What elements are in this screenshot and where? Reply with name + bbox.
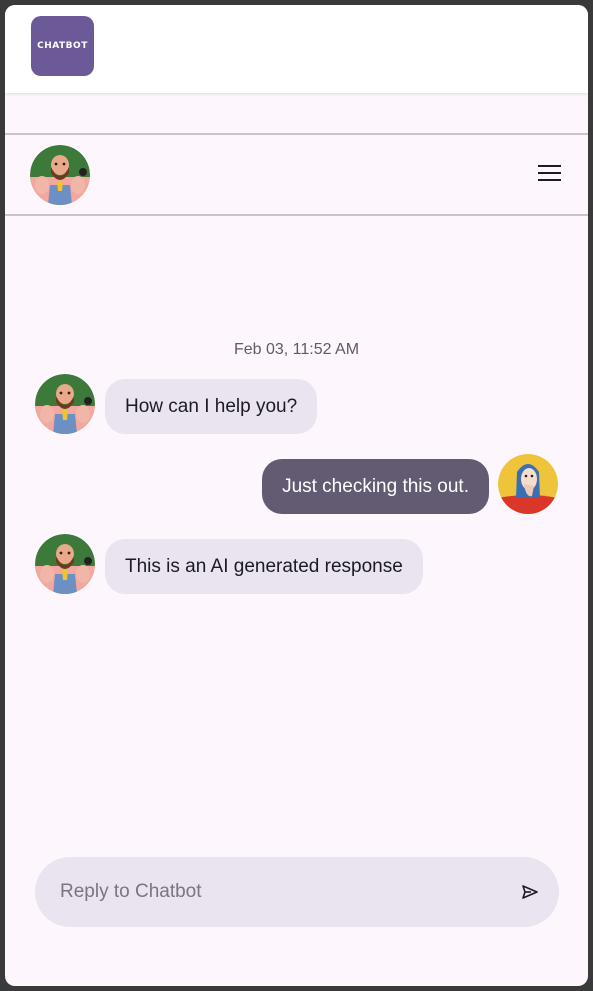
user-avatar-icon [498,454,558,514]
user-message-bubble: Just checking this out. [262,459,489,514]
message-timestamp: Feb 03, 11:52 AM [233,341,360,358]
bot-message-bubble: This is an AI generated response [105,539,423,594]
chat-header [5,133,588,216]
menu-line [538,179,561,181]
bot-message-bubble: How can I help you? [105,379,318,434]
bot-avatar-icon [35,374,95,434]
chatbot-logo[interactable]: CHATBOT [31,16,94,76]
bot-avatar-icon [35,534,95,594]
send-icon[interactable] [521,883,539,901]
hamburger-menu-icon[interactable] [538,165,562,185]
bot-avatar-icon [30,145,90,205]
app-top-bar: CHATBOT [5,5,588,93]
menu-line [538,172,561,174]
reply-input[interactable] [60,857,500,927]
menu-line [538,165,561,167]
chat-window: CHATBOT Feb 03, 11:52 AM How can I help … [5,5,588,986]
message-composer [35,857,559,927]
